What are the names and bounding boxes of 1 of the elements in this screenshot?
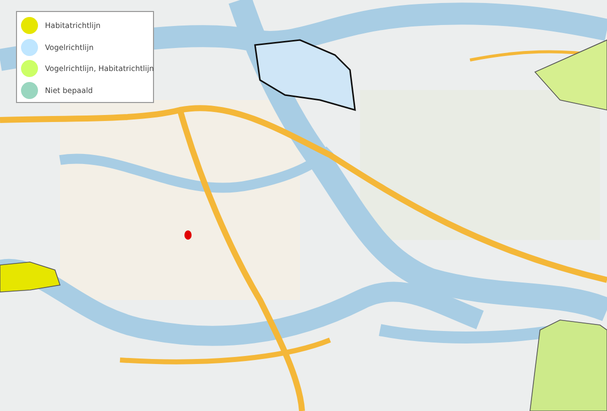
marker-icon bbox=[184, 230, 192, 240]
